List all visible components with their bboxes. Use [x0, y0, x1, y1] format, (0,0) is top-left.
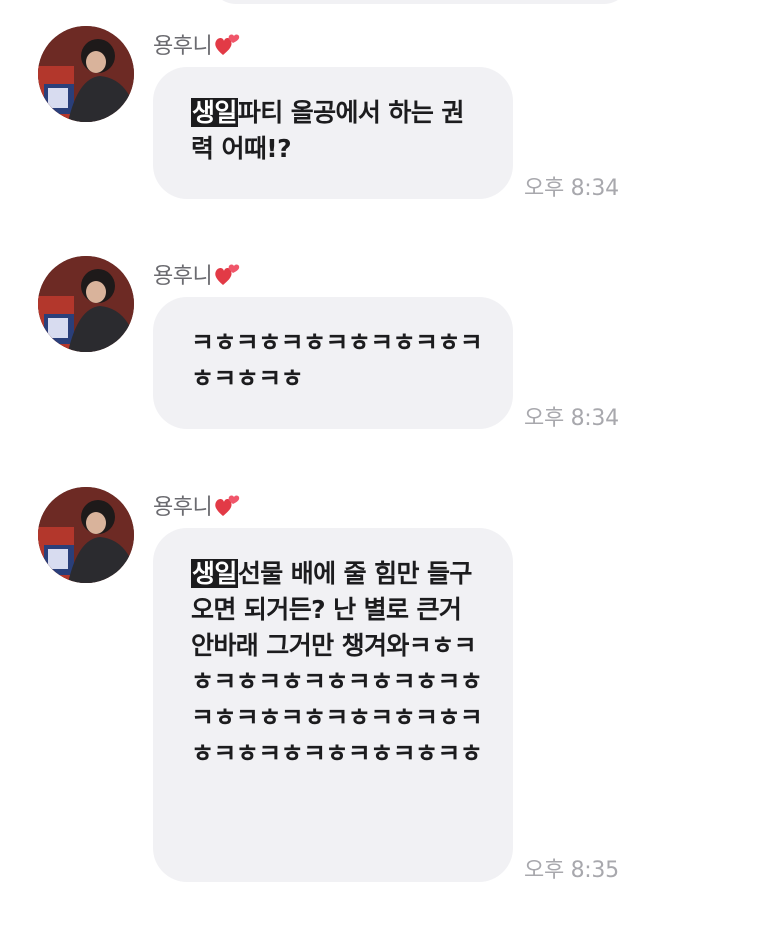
previous-message-bubble: [210, 0, 630, 4]
message-bubble[interactable]: 생일파티 올공에서 하는 권력 어때!?: [153, 67, 513, 199]
avatar[interactable]: [38, 256, 134, 352]
message-timestamp: 오후 8:34: [524, 176, 619, 201]
sender-name[interactable]: 용후니: [153, 258, 213, 290]
heart-emoji-icon: [214, 261, 242, 287]
highlighted-keyword: 생일: [191, 559, 238, 588]
message-text: ㅋㅎㅋㅎㅋㅎㅋㅎㅋㅎㅋㅎㅋㅎㅋㅎㅋㅎ: [191, 325, 483, 397]
highlighted-keyword: 생일: [191, 98, 238, 127]
message-text: 생일파티 올공에서 하는 권력 어때!?: [191, 95, 483, 167]
sender-name[interactable]: 용후니: [153, 28, 213, 60]
message-timestamp: 오후 8:34: [524, 406, 619, 431]
message-text: 생일선물 배에 줄 힘만 들구오면 되거든? 난 별로 큰거 안바래 그거만 챙…: [191, 556, 483, 772]
heart-emoji-icon: [214, 31, 242, 57]
avatar[interactable]: [38, 487, 134, 583]
message-bubble[interactable]: ㅋㅎㅋㅎㅋㅎㅋㅎㅋㅎㅋㅎㅋㅎㅋㅎㅋㅎ: [153, 297, 513, 429]
avatar[interactable]: [38, 26, 134, 122]
message-body: ㅋㅎㅋㅎㅋㅎㅋㅎㅋㅎㅋㅎㅋㅎㅋㅎㅋㅎ: [191, 328, 483, 393]
sender-name[interactable]: 용후니: [153, 489, 213, 521]
message-timestamp: 오후 8:35: [524, 858, 619, 883]
heart-emoji-icon: [214, 492, 242, 518]
message-bubble[interactable]: 생일선물 배에 줄 힘만 들구오면 되거든? 난 별로 큰거 안바래 그거만 챙…: [153, 528, 513, 882]
message-body: 선물 배에 줄 힘만 들구오면 되거든? 난 별로 큰거 안바래 그거만 챙겨와…: [191, 559, 483, 768]
